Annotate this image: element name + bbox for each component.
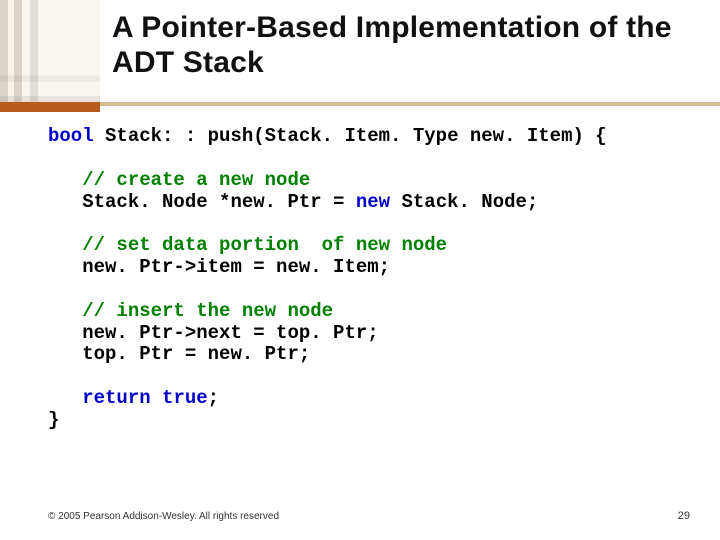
keyword-true: true: [162, 387, 208, 409]
slide-title: A Pointer-Based Implementation of the AD…: [112, 10, 700, 81]
code-text: ;: [208, 387, 219, 409]
divider-bar: [0, 102, 720, 114]
keyword-bool: bool: [48, 125, 94, 147]
keyword-new: new: [356, 191, 390, 213]
code-text: [151, 387, 162, 409]
comment-create-node: // create a new node: [82, 169, 310, 191]
slide-footer: © 2005 Pearson Addison-Wesley. All right…: [48, 510, 690, 522]
code-block: bool Stack: : push(Stack. Item. Type new…: [48, 126, 690, 432]
comment-set-data: // set data portion of new node: [82, 234, 447, 256]
code-line: top. Ptr = new. Ptr;: [82, 343, 310, 365]
code-close-brace: }: [48, 409, 59, 431]
copyright-text: © 2005 Pearson Addison-Wesley. All right…: [48, 511, 279, 522]
divider-line: [100, 102, 720, 106]
divider-accent: [0, 102, 100, 112]
code-line: new. Ptr->next = top. Ptr;: [82, 322, 378, 344]
page-number: 29: [678, 510, 690, 522]
comment-insert-node: // insert the new node: [82, 300, 333, 322]
title-container: A Pointer-Based Implementation of the AD…: [112, 10, 700, 81]
keyword-return: return: [82, 387, 150, 409]
code-line: Stack. Node *new. Ptr =: [82, 191, 356, 213]
decorative-corner-image: [0, 0, 100, 102]
code-line: new. Ptr->item = new. Item;: [82, 256, 390, 278]
header-band: A Pointer-Based Implementation of the AD…: [0, 0, 720, 102]
code-signature: Stack: : push(Stack. Item. Type new. Ite…: [94, 125, 607, 147]
code-line: Stack. Node;: [390, 191, 538, 213]
slide-body: bool Stack: : push(Stack. Item. Type new…: [48, 126, 690, 432]
